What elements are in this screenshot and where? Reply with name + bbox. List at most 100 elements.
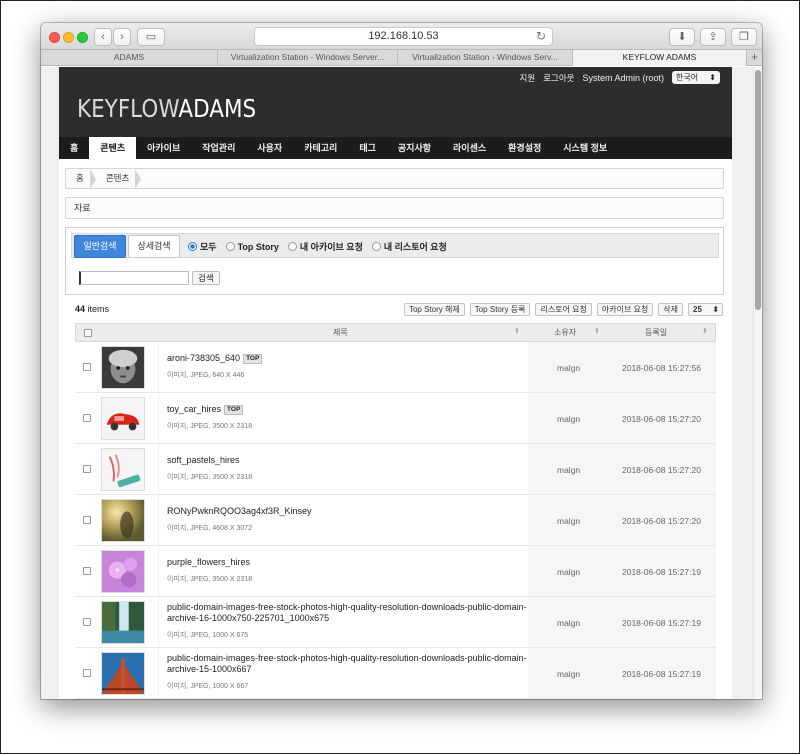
archive-request-button[interactable]: 아카이브 요청 [596, 303, 654, 316]
row-divider [158, 648, 159, 698]
per-page-select[interactable]: 25 [688, 303, 723, 316]
thumbnail-image[interactable] [101, 499, 145, 542]
sidebar-icon[interactable]: ▭ [137, 28, 165, 46]
row-title[interactable]: public-domain-images-free-stock-photos-h… [167, 602, 527, 624]
radio-my-restore[interactable]: 내 리스토어 요청 [371, 240, 447, 253]
row-title[interactable]: public-domain-images-free-stock-photos-h… [167, 653, 527, 675]
thumbnail-image[interactable] [101, 601, 145, 644]
tab-basic-search[interactable]: 일반검색 [74, 235, 126, 258]
sort-icon[interactable]: ⬍ [702, 327, 708, 335]
sort-icon[interactable]: ⬍ [594, 327, 600, 335]
table-row[interactable]: public-domain-images-free-stock-photos-h… [75, 597, 716, 648]
row-checkbox[interactable] [83, 363, 91, 371]
logout-link[interactable]: 로그아웃 [543, 72, 574, 84]
row-meta: 이미지, JPEG, 640 X 446 [167, 372, 245, 379]
table-row[interactable]: purple_flowers_hires 이미지, JPEG, 3500 X 2… [75, 546, 716, 597]
radio-label: 모두 [200, 242, 217, 252]
nav-item-license[interactable]: 라이센스 [442, 137, 497, 159]
nav-item-tags[interactable]: 태그 [348, 137, 387, 159]
radio-label: 내 아카이브 요청 [299, 242, 363, 252]
radio-my-archive[interactable]: 내 아카이브 요청 [287, 240, 363, 253]
zoom-window-button[interactable] [77, 32, 88, 43]
radio-all[interactable]: 모두 [188, 240, 217, 253]
row-checkbox[interactable] [83, 618, 91, 626]
column-title[interactable]: 제목 [333, 324, 348, 342]
nav-item-users[interactable]: 사용자 [246, 137, 293, 159]
thumbnail-image[interactable] [101, 397, 145, 440]
language-select[interactable]: 한국어 [672, 71, 720, 84]
restore-request-button[interactable]: 리스토어 요청 [535, 303, 592, 316]
thumbnail-image[interactable] [101, 652, 145, 695]
thumbnail-image[interactable] [101, 346, 145, 389]
browser-tab[interactable]: ADAMS [41, 50, 218, 66]
row-checkbox[interactable] [83, 414, 91, 422]
radio-label: Top Story [237, 241, 279, 252]
row-checkbox[interactable] [83, 465, 91, 473]
search-input[interactable] [79, 271, 189, 285]
utility-bar: 지원 로그아웃 System Admin (root) 한국어 [520, 71, 720, 84]
nav-item-jobs[interactable]: 작업관리 [191, 137, 246, 159]
browser-tab[interactable]: Virtualization Station - Windows Serv... [398, 50, 573, 66]
row-title[interactable]: purple_flowers_hires [167, 557, 527, 568]
table-row[interactable]: toy_car_hires TOP 이미지, JPEG, 3500 X 2318 … [75, 393, 716, 444]
nav-item-settings[interactable]: 환경설정 [497, 137, 552, 159]
scrollbar-thumb[interactable] [755, 70, 761, 310]
download-icon[interactable]: ⬇ [669, 28, 695, 46]
nav-item-system-info[interactable]: 시스템 정보 [552, 137, 618, 159]
nav-item-home[interactable]: 홈 [59, 137, 89, 159]
search-button[interactable]: 검색 [192, 271, 220, 285]
row-divider [158, 342, 159, 392]
radio-selected-icon [188, 242, 197, 251]
sort-icon[interactable]: ⬍ [514, 327, 520, 335]
page-scrollbar[interactable] [753, 67, 762, 699]
delete-button[interactable]: 삭제 [658, 303, 683, 316]
new-tab-button[interactable]: + [747, 50, 762, 65]
thumbnail-image[interactable] [101, 550, 145, 593]
browser-tab[interactable]: Virtualization Station - Windows Server.… [218, 50, 398, 66]
row-title[interactable]: aroni-738305_640 TOP [167, 353, 527, 364]
row-checkbox[interactable] [83, 516, 91, 524]
nav-item-notices[interactable]: 공지사항 [387, 137, 442, 159]
breadcrumb-home[interactable]: 홈 [66, 169, 96, 189]
row-title[interactable]: soft_pastels_hires [167, 455, 527, 466]
row-meta: 이미지, JPEG, 3500 X 2318 [167, 423, 253, 430]
column-date[interactable]: 등록일 [645, 324, 667, 342]
radio-top-story[interactable]: Top Story [225, 240, 279, 253]
minimize-window-button[interactable] [63, 32, 74, 43]
screenshot-frame: ‹ › ▭ 192.168.10.53 ↻ ⬇ ⇪ ❐ ADAMS Virtua… [0, 0, 800, 754]
row-date: 2018-06-08 15:27:56 [622, 363, 701, 373]
tabs-overview-icon[interactable]: ❐ [731, 28, 757, 46]
nav-item-category[interactable]: 카테고리 [293, 137, 348, 159]
reload-icon[interactable]: ↻ [536, 28, 546, 45]
thumbnail-image[interactable] [101, 448, 145, 491]
row-title[interactable]: RONyPwknRQOO3ag4xf3R_Kinsey [167, 506, 527, 517]
row-checkbox[interactable] [83, 669, 91, 677]
contents-table: 제목 ⬍ 소유자 ⬍ 등록일 ⬍ aroni-738305_640 TOP 이미지… [75, 323, 716, 699]
row-checkbox[interactable] [83, 567, 91, 575]
row-title[interactable]: toy_car_hires TOP [167, 404, 527, 415]
breadcrumb-contents[interactable]: 콘텐츠 [96, 169, 142, 189]
set-top-story-button[interactable]: Top Story 등록 [469, 303, 531, 316]
select-all-checkbox[interactable] [84, 329, 92, 337]
back-icon[interactable]: ‹ [94, 28, 112, 46]
tab-detail-search[interactable]: 상세검색 [128, 235, 180, 258]
table-row[interactable]: aroni-738305_640 TOP 이미지, JPEG, 640 X 446… [75, 342, 716, 393]
main-nav: 홈 콘텐츠 아카이브 작업관리 사용자 카테고리 태그 공지사항 라이센스 환경… [59, 137, 732, 159]
browser-tab-bar: ADAMS Virtualization Station - Windows S… [41, 50, 762, 66]
nav-item-archive[interactable]: 아카이브 [136, 137, 191, 159]
table-row[interactable]: soft_pastels_hires 이미지, JPEG, 3500 X 231… [75, 444, 716, 495]
row-title-text: purple_flowers_hires [167, 557, 251, 567]
support-link[interactable]: 지원 [520, 72, 536, 84]
share-icon[interactable]: ⇪ [700, 28, 726, 46]
unset-top-story-button[interactable]: Top Story 해제 [403, 303, 465, 316]
close-window-button[interactable] [49, 32, 60, 43]
radio-icon [371, 242, 381, 251]
browser-tab-active[interactable]: KEYFLOW ADAMS [573, 50, 747, 66]
table-row[interactable]: RONyPwknRQOO3ag4xf3R_Kinsey 이미지, JPEG, 4… [75, 495, 716, 546]
top-badge: TOP [224, 405, 244, 415]
nav-item-contents[interactable]: 콘텐츠 [89, 137, 137, 159]
table-row[interactable]: public-domain-images-free-stock-photos-h… [75, 648, 716, 699]
forward-icon[interactable]: › [113, 28, 131, 46]
address-bar[interactable]: 192.168.10.53 ↻ [254, 27, 553, 46]
column-owner[interactable]: 소유자 [554, 324, 576, 342]
